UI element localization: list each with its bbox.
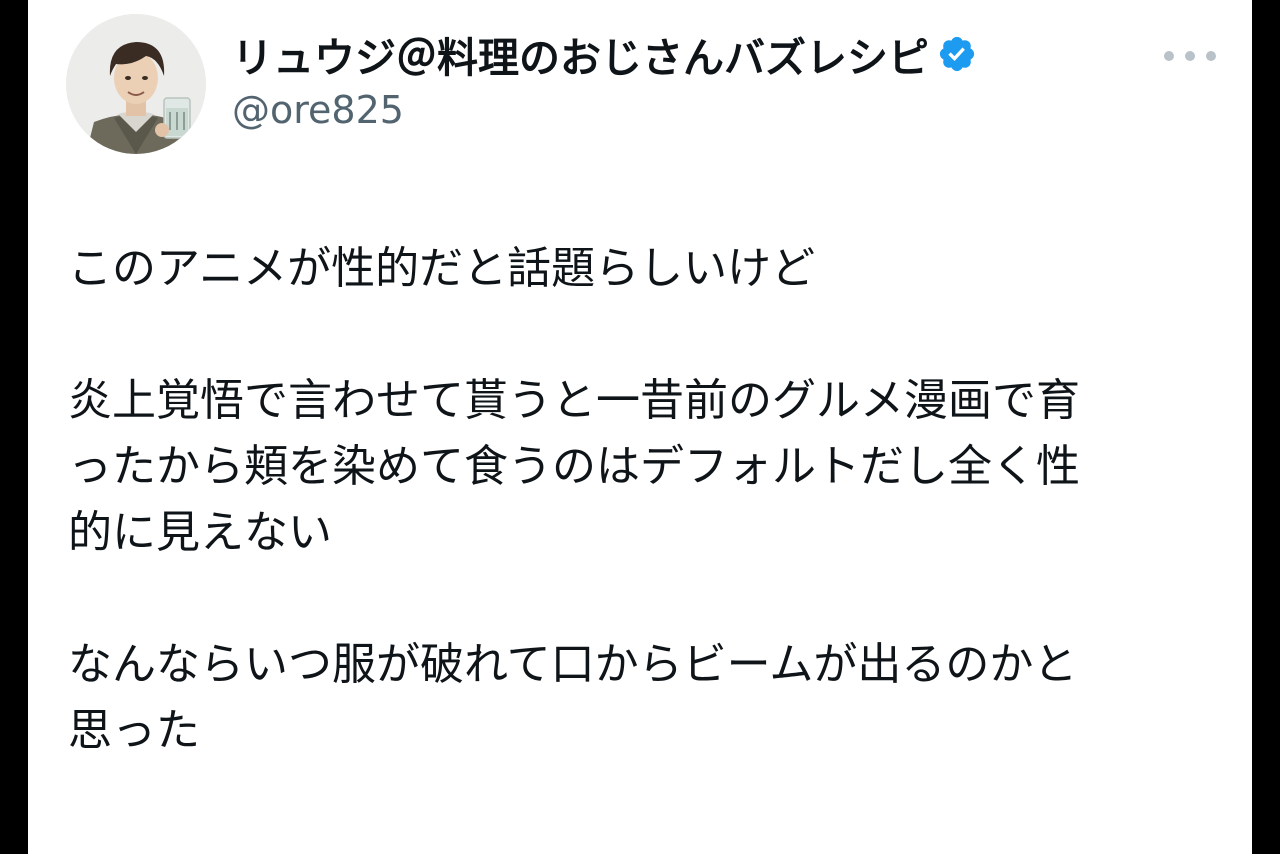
more-horizontal-icon[interactable] <box>1164 44 1216 68</box>
more-dot <box>1164 51 1174 61</box>
tweet-text: このアニメが性的だと話題らしいけど 炎上覚悟で言わせて貰うと一昔前のグルメ漫画で… <box>68 236 1228 764</box>
tweet-card: リュウジ＠料理のおじさんバズレシピ @ore825 このアニメが性的だと話題らし… <box>28 0 1252 854</box>
tweet-line: 的に見えない <box>68 507 332 558</box>
avatar[interactable] <box>66 14 206 154</box>
user-handle[interactable]: @ore825 <box>232 88 977 132</box>
display-name[interactable]: リュウジ＠料理のおじさんバズレシピ <box>232 24 929 84</box>
verified-badge-icon <box>937 34 977 74</box>
avatar-photo <box>66 14 206 154</box>
tweet-line: 炎上覚悟で言わせて貰うと一昔前のグルメ漫画で育 <box>68 375 1080 426</box>
name-row: リュウジ＠料理のおじさんバズレシピ <box>232 28 977 82</box>
tweet-header: リュウジ＠料理のおじさんバズレシピ @ore825 <box>232 28 977 132</box>
more-dot <box>1206 51 1216 61</box>
tweet-line: ったから頬を染めて食うのはデフォルトだし全く性 <box>68 441 1080 492</box>
tweet-line: なんならいつ服が破れて口からビームが出るのかと <box>68 639 1078 690</box>
screenshot-frame: リュウジ＠料理のおじさんバズレシピ @ore825 このアニメが性的だと話題らし… <box>0 0 1280 854</box>
tweet-line: 思った <box>68 705 200 756</box>
tweet-line: このアニメが性的だと話題らしいけど <box>68 243 816 294</box>
more-dot <box>1185 51 1195 61</box>
